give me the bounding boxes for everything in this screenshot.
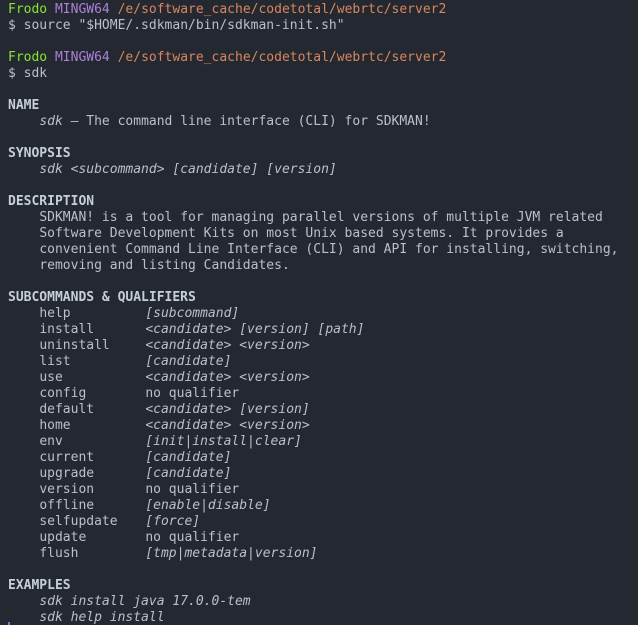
command-text: sdk — [23, 66, 48, 81]
terminal-window[interactable]: Frodo MINGW64 /e/software_cache/codetota… — [0, 0, 638, 625]
prompt-symbol: $ — [8, 66, 16, 81]
subcommand-row: default <candidate> [version] — [8, 402, 638, 418]
subcommand-name: current — [39, 450, 95, 465]
name-body: sdk – The command line interface (CLI) f… — [8, 114, 638, 130]
subcommand-name: default — [39, 402, 95, 417]
section-header-synopsis: SYNOPSIS — [8, 146, 71, 161]
subcommand-qualifier: [init|install|clear] — [145, 434, 302, 449]
subcommand-name: flush — [39, 546, 79, 561]
subcommand-row: update no qualifier — [8, 530, 638, 546]
description-line: Software Development Kits on most Unix b… — [39, 226, 564, 241]
description-line: removing and listing Candidates. — [39, 258, 290, 273]
command-text: source "$HOME/.sdkman/bin/sdkman-init.sh… — [23, 18, 345, 33]
subcommand-qualifier: [candidate] — [145, 354, 232, 369]
command-line-2[interactable]: $ sdk — [8, 66, 638, 82]
prompt-line-2: Frodo MINGW64 /e/software_cache/codetota… — [8, 50, 638, 66]
subcommand-qualifier: [candidate] — [145, 450, 232, 465]
subcommand-name: config — [39, 386, 87, 401]
synopsis-usage: sdk <subcommand> [candidate] [version] — [39, 162, 337, 177]
prompt-symbol: $ — [8, 18, 16, 33]
subcommand-qualifier: [candidate] — [145, 466, 232, 481]
subcommand-name: update — [39, 530, 87, 545]
subcommand-row: upgrade [candidate] — [8, 466, 638, 482]
prompt-line-1: Frodo MINGW64 /e/software_cache/codetota… — [8, 2, 638, 18]
subcommand-name: upgrade — [39, 466, 95, 481]
subcommand-row: current [candidate] — [8, 450, 638, 466]
prompt-user: Frodo — [8, 50, 48, 65]
name-description: The command line interface (CLI) for SDK… — [86, 114, 431, 129]
subcommand-name: list — [39, 354, 71, 369]
subcommand-list: help [subcommand] install <candidate> [ver… — [8, 306, 638, 562]
subcommand-name: help — [39, 306, 71, 321]
subcommand-row: help [subcommand] — [8, 306, 638, 322]
name-program: sdk — [39, 114, 63, 129]
subcommand-row: flush [tmp|metadata|version] — [8, 546, 638, 562]
subcommand-row: list [candidate] — [8, 354, 638, 370]
description-line: convenient Command Line Interface (CLI) … — [39, 242, 619, 257]
subcommand-name: uninstall — [39, 338, 110, 353]
subcommand-qualifier: no qualifier — [145, 386, 240, 401]
example-line: sdk help install — [39, 610, 165, 625]
prompt-path: /e/software_cache/codetotal/webrtc/serve… — [117, 2, 447, 17]
subcommand-row: version no qualifier — [8, 482, 638, 498]
subcommand-row: use <candidate> <version> — [8, 370, 638, 386]
prompt-host: MINGW64 — [54, 50, 110, 65]
subcommand-row: home <candidate> <version> — [8, 418, 638, 434]
prompt-user: Frodo — [8, 2, 48, 17]
section-header-subcommands: SUBCOMMANDS & QUALIFIERS — [8, 290, 196, 305]
subcommand-name: env — [39, 434, 63, 449]
prompt-host: MINGW64 — [54, 2, 110, 17]
description-line: SDKMAN! is a tool for managing parallel … — [39, 210, 603, 225]
command-line-1[interactable]: $ source "$HOME/.sdkman/bin/sdkman-init.… — [8, 18, 638, 34]
subcommand-qualifier: [force] — [145, 514, 201, 529]
subcommand-row: selfupdate [force] — [8, 514, 638, 530]
subcommand-qualifier: [tmp|metadata|version] — [145, 546, 318, 561]
subcommand-row: offline [enable|disable] — [8, 498, 638, 514]
subcommand-qualifier: no qualifier — [145, 482, 240, 497]
subcommand-qualifier: <candidate> <version> — [145, 370, 310, 385]
subcommand-qualifier: [enable|disable] — [145, 498, 271, 513]
subcommand-name: use — [39, 370, 63, 385]
prompt-path: /e/software_cache/codetotal/webrtc/serve… — [117, 50, 447, 65]
section-header-name: NAME — [8, 98, 40, 113]
subcommand-qualifier: <candidate> [version] [path] — [145, 322, 365, 337]
subcommand-qualifier: <candidate> <version> — [145, 338, 310, 353]
subcommand-row: config no qualifier — [8, 386, 638, 402]
name-dash: – — [70, 114, 79, 129]
subcommand-qualifier: no qualifier — [145, 530, 240, 545]
subcommand-qualifier: <candidate> [version] — [145, 402, 310, 417]
subcommand-row: uninstall <candidate> <version> — [8, 338, 638, 354]
subcommand-name: home — [39, 418, 71, 433]
subcommand-name: install — [39, 322, 95, 337]
subcommand-name: offline — [39, 498, 95, 513]
subcommand-row: env [init|install|clear] — [8, 434, 638, 450]
subcommand-name: version — [39, 482, 95, 497]
section-header-description: DESCRIPTION — [8, 194, 95, 209]
subcommand-qualifier: <candidate> <version> — [145, 418, 310, 433]
subcommand-name: selfupdate — [39, 514, 118, 529]
subcommand-qualifier: [subcommand] — [145, 306, 240, 321]
example-line: sdk install java 17.0.0-tem — [39, 594, 251, 609]
section-header-examples: EXAMPLES — [8, 578, 71, 593]
subcommand-row: install <candidate> [version] [path] — [8, 322, 638, 338]
